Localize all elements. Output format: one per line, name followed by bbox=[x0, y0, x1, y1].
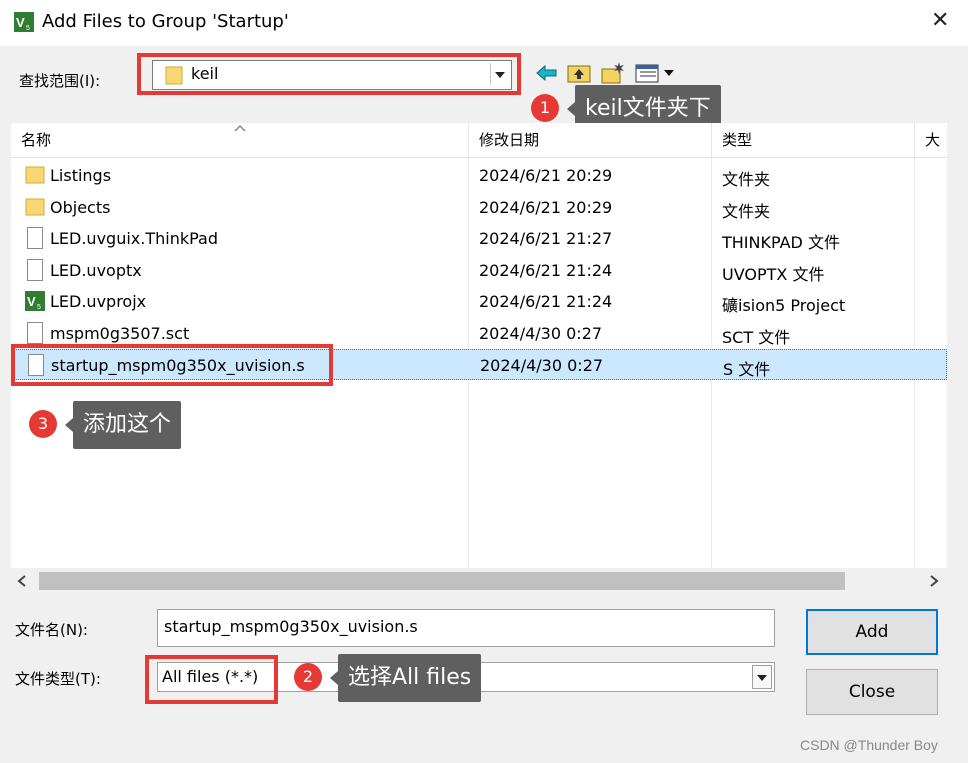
file-name: Objects bbox=[50, 197, 111, 217]
annotation-tooltip-3: 添加这个 bbox=[64, 401, 182, 449]
up-folder-icon[interactable] bbox=[566, 60, 592, 86]
file-type: SCT 文件 bbox=[722, 327, 791, 347]
file-row[interactable]: LED.uvguix.ThinkPad 2024/6/21 21:27 THINKP… bbox=[11, 223, 947, 254]
folder-icon bbox=[25, 198, 45, 215]
title-bar: V 5 Add Files to Group 'Startup' ✕ bbox=[0, 0, 968, 46]
document-icon bbox=[27, 258, 43, 281]
chevron-right-icon[interactable] bbox=[927, 574, 941, 588]
lookin-label: 查找范围(I): bbox=[19, 72, 101, 90]
chevron-down-icon bbox=[757, 675, 767, 681]
uvision-project-icon: V5 bbox=[25, 291, 45, 311]
list-header: 名称 修改日期 类型 大小 bbox=[11, 123, 947, 158]
file-date: 2024/6/21 21:24 bbox=[479, 292, 613, 311]
column-date-label: 修改日期 bbox=[479, 131, 540, 149]
file-date: 2024/6/21 20:29 bbox=[479, 166, 613, 185]
chevron-left-icon[interactable] bbox=[15, 574, 29, 588]
file-row[interactable]: LED.uvoptx 2024/6/21 21:24 UVOPTX 文件 bbox=[11, 255, 947, 286]
document-icon bbox=[27, 227, 43, 249]
annotation-badge-1: 1 bbox=[531, 94, 559, 122]
file-row[interactable]: V 5 LED.uvprojx 2024/6/21 21:24 礦ision5 Proj… bbox=[11, 286, 947, 317]
annotation-badge-2: 2 bbox=[294, 663, 322, 691]
file-name: LED.uvprojx bbox=[50, 292, 147, 311]
filename-label: 文件名(N): bbox=[15, 621, 88, 639]
file-date: 2024/6/21 21:24 bbox=[479, 260, 613, 280]
document-icon bbox=[27, 321, 43, 344]
column-name-label: 名称 bbox=[21, 131, 52, 149]
file-name: LED.uvguix.ThinkPad bbox=[50, 229, 218, 248]
svg-text:5: 5 bbox=[37, 304, 41, 311]
column-type-label: 类型 bbox=[722, 131, 753, 149]
file-name: LED.uvoptx bbox=[50, 260, 142, 280]
column-header-size[interactable]: 大小 bbox=[915, 123, 947, 157]
folder-icon bbox=[25, 166, 45, 184]
highlight-box-lookin bbox=[137, 53, 521, 95]
scrollbar-thumb[interactable] bbox=[39, 572, 845, 590]
filename-input[interactable]: startup_mspm0g350x_uvision.s bbox=[157, 609, 775, 647]
file-date: 2024/6/21 21:27 bbox=[479, 229, 613, 248]
file-type: 文件夹 bbox=[722, 170, 771, 189]
horizontal-scrollbar[interactable] bbox=[11, 568, 947, 594]
window-title: Add Files to Group 'Startup' bbox=[42, 11, 289, 32]
file-name: mspm0g3507.sct bbox=[50, 323, 190, 343]
svg-text:V: V bbox=[16, 15, 25, 30]
svg-text:V: V bbox=[27, 294, 36, 309]
filename-value: startup_mspm0g350x_uvision.s bbox=[164, 617, 418, 636]
file-date: 2024/4/30 0:27 bbox=[479, 323, 603, 343]
file-date: 2024/6/21 20:29 bbox=[479, 197, 613, 217]
file-type: 礦ision5 Project bbox=[722, 296, 846, 315]
column-size-label: 大小 bbox=[925, 131, 941, 149]
file-type: THINKPAD 文件 bbox=[722, 233, 840, 252]
add-button[interactable]: Add bbox=[806, 609, 938, 655]
uvision-app-icon: V 5 bbox=[14, 12, 34, 32]
highlight-box-filetype bbox=[145, 655, 278, 704]
watermark: CSDN @Thunder Boy bbox=[800, 737, 938, 753]
file-name: Listings bbox=[50, 166, 112, 185]
back-arrow-icon[interactable] bbox=[534, 60, 560, 86]
file-date: 2024/4/30 0:27 bbox=[480, 356, 604, 375]
column-header-date[interactable]: 修改日期 bbox=[469, 123, 712, 157]
column-header-type[interactable]: 类型 bbox=[712, 123, 915, 157]
highlight-box-startup-file bbox=[11, 344, 333, 386]
sort-ascending-icon bbox=[234, 124, 246, 132]
close-button[interactable]: Close bbox=[806, 669, 938, 715]
annotation-tooltip-2: 选择All files bbox=[329, 654, 482, 702]
close-icon[interactable]: ✕ bbox=[931, 8, 949, 33]
view-menu-icon[interactable] bbox=[634, 60, 680, 86]
svg-text:5: 5 bbox=[26, 25, 30, 32]
filetype-label: 文件类型(T): bbox=[15, 670, 101, 688]
file-type: S 文件 bbox=[723, 360, 771, 379]
file-type: 文件夹 bbox=[722, 201, 771, 221]
column-header-name[interactable]: 名称 bbox=[11, 123, 469, 157]
file-row[interactable]: Objects 2024/6/21 20:29 文件夹 bbox=[11, 192, 947, 223]
new-folder-icon[interactable] bbox=[600, 60, 626, 86]
filetype-dropdown-button[interactable] bbox=[752, 665, 772, 689]
annotation-badge-3: 3 bbox=[29, 410, 57, 438]
file-type: UVOPTX 文件 bbox=[722, 264, 825, 284]
file-row[interactable]: Listings 2024/6/21 20:29 文件夹 bbox=[11, 160, 947, 191]
